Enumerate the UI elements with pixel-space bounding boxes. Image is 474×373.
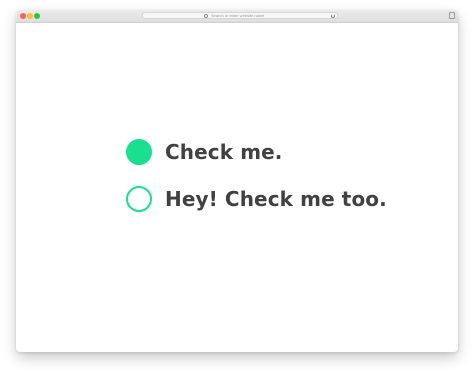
radio-option-1-label: Check me. [165, 140, 283, 164]
radio-option-2[interactable]: Hey! Check me too. [126, 185, 387, 213]
radio-button-checked[interactable] [126, 139, 152, 165]
page: Search or enter website name Check me. H… [0, 0, 474, 373]
address-bar[interactable]: Search or enter website name [142, 12, 338, 19]
radio-option-2-label: Hey! Check me too. [165, 187, 387, 211]
sidebar-toggle-icon[interactable] [449, 12, 455, 19]
address-placeholder: Search or enter website name [211, 13, 265, 18]
minimize-window-button[interactable] [27, 13, 33, 19]
browser-window: Search or enter website name Check me. H… [16, 10, 458, 352]
maximize-window-button[interactable] [34, 13, 40, 19]
radio-button-unchecked[interactable] [126, 186, 152, 212]
close-window-button[interactable] [20, 13, 26, 19]
browser-titlebar: Search or enter website name [16, 10, 458, 23]
reload-icon[interactable] [331, 14, 335, 18]
radio-option-1[interactable]: Check me. [126, 138, 283, 166]
search-icon [204, 14, 208, 18]
